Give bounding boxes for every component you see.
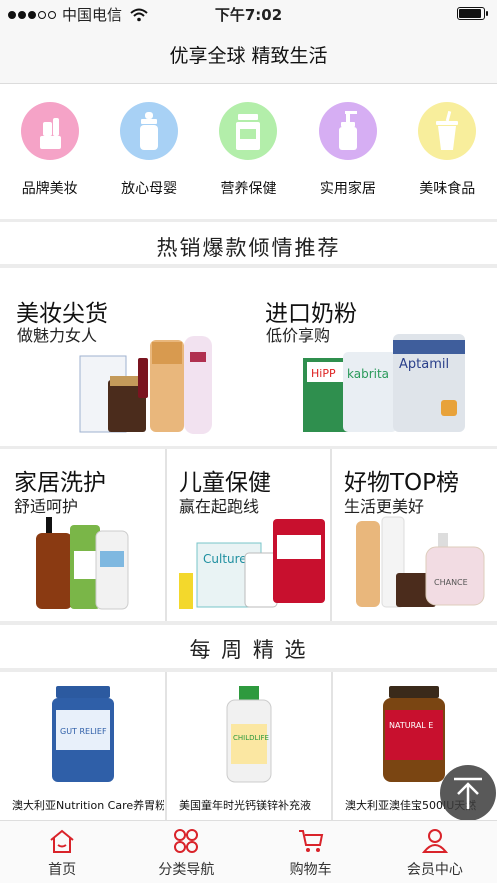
category-health[interactable]: 营养保健 [199, 85, 298, 219]
tile-kids-health[interactable]: 儿童保健 赢在起跑线 Culturelle [167, 449, 330, 621]
baby-bottle-icon [120, 102, 179, 160]
category-label: 品牌美妆 [21, 181, 78, 197]
tab-member[interactable]: 会员中心 [373, 821, 497, 883]
pump-bottle-icon [318, 102, 377, 160]
tab-label: 会员中心 [406, 862, 463, 878]
svg-text:NATURAL E: NATURAL E [389, 721, 433, 730]
product-image: GUT RELIEF [52, 686, 114, 782]
weekly-item[interactable]: CHILDLIFE 美国童年时光钙镁锌补充液 [167, 672, 331, 820]
shopping-cart-icon [298, 830, 323, 852]
svg-text:CHILDLIFE: CHILDLIFE [233, 734, 269, 742]
tile-milk-powder[interactable]: 进口奶粉 低价享购 HiPP kabrita Aptamil [249, 268, 497, 446]
milk-powder-product-image: HiPP kabrita Aptamil [303, 334, 465, 432]
tab-label: 购物车 [289, 862, 332, 878]
lipstick-icon [20, 102, 79, 160]
tab-home[interactable]: 首页 [0, 821, 124, 883]
battery-icon [457, 7, 488, 20]
category-beauty[interactable]: 品牌美妆 [0, 85, 99, 219]
page-title: 优享全球 精致生活 [0, 28, 497, 84]
svg-text:GUT RELIEF: GUT RELIEF [60, 727, 107, 736]
cup-icon [418, 102, 477, 160]
arrow-up-icon [454, 777, 482, 809]
home-icon [50, 829, 74, 853]
home-care-product-image [36, 517, 129, 610]
category-row: 品牌美妆 放心母婴 营养保健 实用家居 美味食品 [0, 85, 497, 219]
category-label: 实用家居 [319, 181, 376, 197]
back-to-top-button[interactable] [440, 765, 496, 821]
tile-title: 家居洗护 [14, 470, 106, 496]
top-goods-product-image: CHANCE [356, 516, 485, 608]
status-bar: 中国电信 下午7:02 [0, 0, 497, 28]
product-image: NATURAL E [383, 686, 445, 782]
kids-health-product-image: Culturelle [179, 519, 325, 609]
tile-title: 好物TOP榜 [344, 470, 460, 496]
hot-section-title: 热销爆款倾情推荐 [156, 236, 341, 260]
cosmetics-product-image [79, 336, 212, 434]
category-label: 放心母婴 [121, 181, 178, 197]
svg-text:Aptamil: Aptamil [399, 357, 449, 372]
svg-text:kabrita: kabrita [347, 367, 389, 381]
category-baby[interactable]: 放心母婴 [99, 85, 198, 219]
tab-label: 首页 [48, 862, 77, 878]
product-name: 美国童年时光钙镁锌补充液 [179, 799, 311, 812]
tile-beauty[interactable]: 美妆尖货 做魅力女人 [0, 268, 247, 446]
category-home[interactable]: 实用家居 [298, 85, 397, 219]
svg-text:HiPP: HiPP [311, 367, 336, 380]
user-icon [421, 829, 448, 853]
category-grid-icon [174, 829, 199, 853]
tab-cart[interactable]: 购物车 [249, 821, 373, 883]
tab-categories[interactable]: 分类导航 [124, 821, 248, 883]
product-name: 澳大利亚Nutrition Care养胃粉 [12, 799, 164, 812]
svg-text:CHANCE: CHANCE [434, 578, 468, 587]
status-time: 下午7:02 [214, 6, 283, 24]
product-image: CHILDLIFE [226, 686, 272, 783]
category-label: 营养保健 [220, 181, 277, 197]
bottom-tab-bar: 首页 分类导航 购物车 会员中心 [0, 820, 497, 883]
category-food[interactable]: 美味食品 [398, 85, 497, 219]
tile-home-care[interactable]: 家居洗护 舒适呵护 [0, 449, 165, 621]
tile-top-goods[interactable]: 好物TOP榜 生活更美好 CHANCE [332, 449, 497, 621]
section-divider [0, 621, 497, 625]
section-divider [0, 219, 497, 222]
tile-title: 儿童保健 [179, 470, 271, 496]
category-label: 美味食品 [419, 181, 476, 197]
weekly-section-title: 每 周 精 选 [189, 638, 308, 662]
weekly-item[interactable]: GUT RELIEF 澳大利亚Nutrition Care养胃粉 [0, 672, 164, 820]
supplement-jar-icon [219, 102, 278, 160]
tab-label: 分类导航 [158, 862, 215, 878]
